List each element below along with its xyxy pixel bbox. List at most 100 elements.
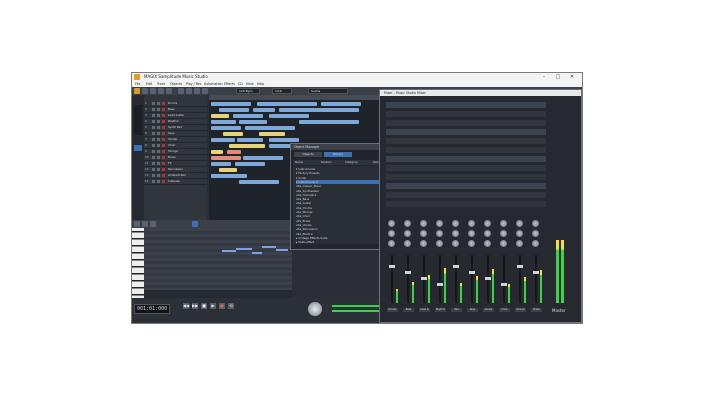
solo-button[interactable] [157,138,160,141]
audio-clip[interactable] [233,114,263,118]
fader-cap[interactable] [421,277,427,280]
record-button[interactable]: ● [218,302,226,310]
mute-button[interactable] [152,102,155,105]
fader-cap[interactable] [501,283,507,286]
arm-record-button[interactable] [162,180,165,183]
track-name[interactable]: Vocals [168,137,177,142]
audio-clip[interactable] [211,126,241,130]
channel-fader[interactable] [389,255,395,303]
channel-fader[interactable] [437,255,443,303]
channel-knob[interactable] [532,220,539,227]
piano-roll-grid[interactable] [144,228,292,290]
new-project-icon[interactable] [134,88,140,94]
channel-knob[interactable] [468,240,475,247]
channel-knob[interactable] [404,240,411,247]
track-header[interactable]: 5 Synth Pad [144,125,207,131]
column-category[interactable]: Category [345,160,358,165]
tab-library[interactable]: Library [324,152,352,157]
channel-knob[interactable] [452,230,459,237]
audio-clip[interactable] [279,108,359,112]
tempo-field[interactable]: 120 Bpm [236,88,260,94]
plugin-slot-row[interactable] [386,156,546,162]
track-name[interactable]: Keys [168,131,175,136]
plugin-slot-row[interactable] [386,174,546,180]
track-header[interactable]: 12 Percussion [144,167,207,173]
channel-fader[interactable] [421,255,427,303]
track-header[interactable]: 1 Drums [144,101,207,107]
track-name[interactable]: Lead Guitar [168,113,184,118]
position-display[interactable]: 001:01:000 [134,304,170,314]
column-name[interactable]: Name [295,160,303,165]
piano-keyboard[interactable] [132,228,144,298]
audio-clip[interactable] [299,120,359,124]
track-header[interactable]: 7 Vocals [144,137,207,143]
forward-button[interactable]: ▶▶ [191,302,199,310]
solo-button[interactable] [157,120,160,123]
channel-knob[interactable] [484,240,491,247]
mute-button[interactable] [152,156,155,159]
cut-tool-icon[interactable] [186,88,192,94]
plugin-slot-row[interactable] [386,165,546,171]
editor-draw-icon[interactable] [142,221,148,227]
arm-record-button[interactable] [162,120,165,123]
audio-clip[interactable] [211,120,236,124]
channel-label[interactable]: Brass [531,308,542,312]
audio-clip[interactable] [227,150,241,154]
track-header[interactable]: 11 FX [144,161,207,167]
track-header[interactable]: 8 Choir [144,143,207,149]
channel-label[interactable]: Rhythm [435,308,446,312]
channel-knob[interactable] [532,230,539,237]
track-name[interactable]: FX [168,161,172,166]
stop-button[interactable]: ■ [200,302,208,310]
midi-note[interactable] [252,252,262,254]
audio-clip[interactable] [229,144,265,148]
channel-knob[interactable] [468,220,475,227]
track-name[interactable]: Rhythm [168,119,179,124]
midi-note[interactable] [236,248,252,250]
solo-button[interactable] [157,150,160,153]
mute-button[interactable] [152,150,155,153]
track-header[interactable]: 14 Subbass [144,179,207,185]
draw-tool-icon[interactable] [194,88,200,94]
channel-fader[interactable] [501,255,507,303]
channel-knob[interactable] [404,220,411,227]
channel-knob[interactable] [532,240,539,247]
audio-clip[interactable] [211,150,223,154]
channel-knob[interactable] [420,240,427,247]
track-header[interactable]: 4 Rhythm [144,119,207,125]
channel-knob[interactable] [500,240,507,247]
midi-note[interactable] [276,249,288,251]
mute-button[interactable] [152,120,155,123]
mute-button[interactable] [152,180,155,183]
mute-button[interactable] [152,174,155,177]
editor-select-icon[interactable] [134,221,140,227]
channel-knob[interactable] [436,240,443,247]
plugin-slot-row[interactable] [386,102,546,108]
track-header[interactable]: 9 Strings [144,149,207,155]
audio-clip[interactable] [269,138,299,142]
channel-knob[interactable] [516,220,523,227]
channel-knob[interactable] [516,230,523,237]
rewind-button[interactable]: ◀◀ [182,302,190,310]
audio-clip[interactable] [245,126,295,130]
arm-record-button[interactable] [162,102,165,105]
channel-knob[interactable] [436,230,443,237]
arm-record-button[interactable] [162,144,165,147]
channel-fader[interactable] [485,255,491,303]
channel-knob[interactable] [452,240,459,247]
mute-button[interactable] [152,126,155,129]
editor-mode-icon[interactable] [192,221,198,227]
channel-knob[interactable] [484,220,491,227]
fader-cap[interactable] [517,265,523,268]
channel-knob[interactable] [404,230,411,237]
track-name[interactable]: Brass [168,155,176,160]
mute-button[interactable] [152,144,155,147]
channel-label[interactable]: Drums [387,308,398,312]
play-button[interactable]: ▶ [209,302,217,310]
audio-clip[interactable] [211,156,241,160]
tab-objects[interactable]: Objects [294,152,322,157]
solo-button[interactable] [157,180,160,183]
snap-field[interactable]: 1/16 [272,88,292,94]
audio-clip[interactable] [243,156,283,160]
audio-clip[interactable] [253,108,275,112]
